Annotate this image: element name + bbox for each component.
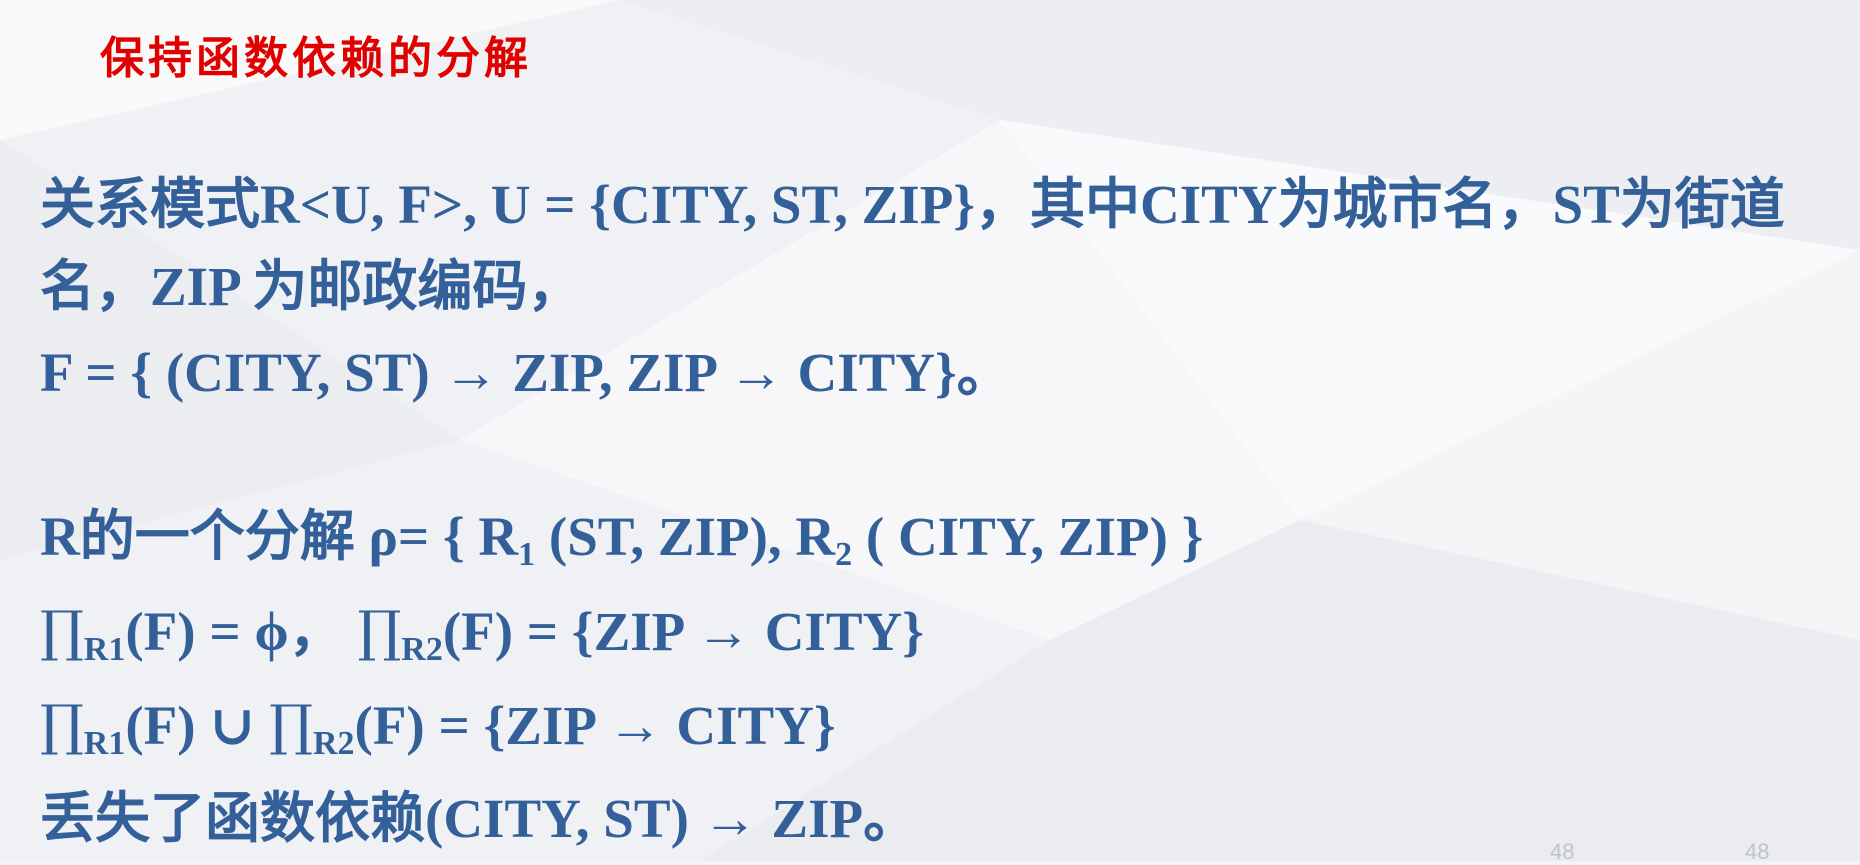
subscript: R2 — [401, 631, 443, 668]
subscript: R1 — [83, 631, 126, 668]
slide: 保持函数依赖的分解 关系模式R<U, F>, U = {CITY, ST, ZI… — [0, 0, 1860, 864]
projection-text: (F) ∪ — [125, 695, 270, 756]
decomposition-text: R的一个分解 ρ= { R — [40, 506, 519, 567]
decomposition-text: ( CITY, ZIP) } — [852, 506, 1204, 567]
product-symbol: ∏ — [40, 599, 84, 663]
product-symbol: ∏ — [40, 693, 84, 757]
text-line-projections: ∏R1(F) = ϕ， ∏R2(F) = {ZIP → CITY} — [40, 604, 924, 667]
text-line-relation-schema: 关系模式R<U, F>, U = {CITY, ST, ZIP}，其中CITY为… — [40, 174, 1785, 235]
decomposition-text: (ST, ZIP), R — [535, 506, 836, 567]
projection-text: (F) = ϕ， — [125, 601, 358, 662]
text-line-conclusion: 丢失了函数依赖(CITY, ST) → ZIP。 — [40, 788, 919, 849]
subscript: 2 — [835, 536, 853, 573]
slide-title: 保持函数依赖的分解 — [100, 33, 532, 84]
text-line-decomposition: R的一个分解 ρ= { R1 (ST, ZIP), R2 ( CITY, ZIP… — [40, 509, 1203, 572]
text-line-relation-schema-cont: 名，ZIP 为邮政编码， — [40, 256, 583, 317]
product-symbol: ∏ — [269, 693, 313, 757]
product-symbol: ∏ — [357, 599, 402, 663]
subscript: 1 — [518, 536, 536, 573]
projection-text: (F) = {ZIP → CITY} — [442, 601, 924, 662]
subscript: R1 — [83, 725, 126, 762]
projection-text: (F) = {ZIP → CITY} — [354, 695, 836, 756]
subscript: R2 — [312, 725, 355, 762]
text-line-dependency-set: F = { (CITY, ST) → ZIP, ZIP → CITY}。 — [40, 342, 1012, 403]
page-number: 48 — [1550, 839, 1575, 864]
text-line-projection-union: ∏R1(F) ∪ ∏R2(F) = {ZIP → CITY} — [40, 698, 836, 761]
page-number: 48 — [1745, 839, 1770, 864]
